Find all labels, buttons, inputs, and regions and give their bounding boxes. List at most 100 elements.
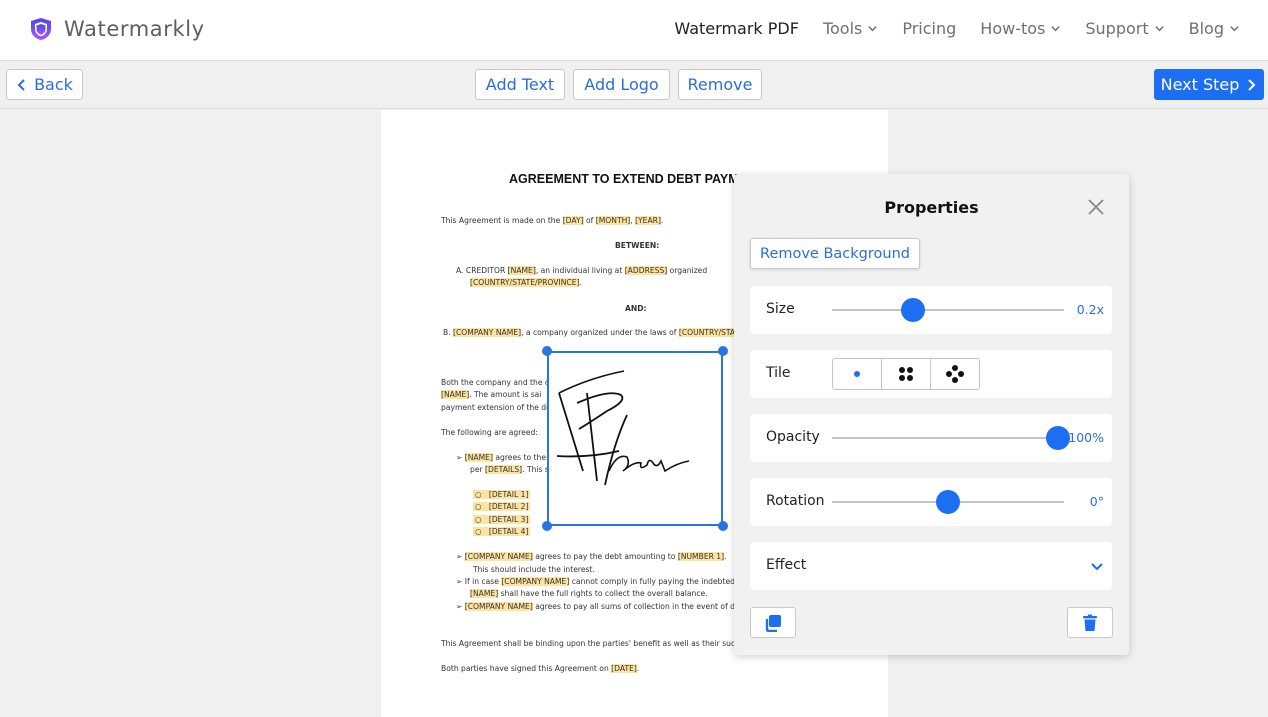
rotation-slider[interactable] <box>832 490 1064 514</box>
add-text-button[interactable]: Add Text <box>475 69 565 100</box>
size-row: Size 0.2x <box>750 286 1112 334</box>
nav-label: Blog <box>1188 19 1224 38</box>
doc-line: B. [COMPANY NAME], a company organized u… <box>443 328 744 337</box>
delete-button[interactable] <box>1067 607 1113 638</box>
text: . <box>636 664 640 673</box>
next-step-label: Next Step <box>1160 75 1240 94</box>
back-button[interactable]: Back <box>6 69 83 100</box>
detail-item: ○ [DETAIL 1] <box>473 490 531 499</box>
doc-line: This should include the interest. <box>473 565 595 574</box>
nav-label: Support <box>1085 19 1149 38</box>
grid-dots-icon <box>899 367 913 381</box>
next-step-button[interactable]: Next Step <box>1154 69 1264 100</box>
text: This Agreement is made on the <box>441 216 563 225</box>
chevron-down-icon <box>1051 26 1061 32</box>
nav-tools[interactable]: Tools <box>823 19 878 38</box>
opacity-slider[interactable] <box>832 426 1070 450</box>
doc-line: This Agreement shall be binding upon the… <box>441 639 748 648</box>
doc-line: ➢ [COMPANY NAME] agrees to pay the debt … <box>456 552 727 561</box>
single-dot-icon <box>854 371 860 377</box>
text: organized <box>667 266 708 275</box>
nav-label: How-tos <box>980 19 1046 38</box>
resize-handle-top-left[interactable] <box>542 346 552 356</box>
opacity-row: Opacity 100% <box>750 414 1112 462</box>
size-slider-thumb[interactable] <box>900 298 925 322</box>
duplicate-button[interactable] <box>750 607 796 638</box>
text: agrees to pay the debt amounting to <box>532 552 678 561</box>
placeholder-field: [NAME] <box>507 266 536 275</box>
resize-handle-bottom-left[interactable] <box>542 521 552 531</box>
remove-label: Remove <box>687 75 753 94</box>
doc-line: [NAME]. The amount is sai <box>441 390 541 399</box>
copy-icon <box>765 614 781 632</box>
size-value: 0.2x <box>1076 302 1104 317</box>
brand-logo[interactable]: Watermarkly <box>30 17 205 41</box>
placeholder-field: [DETAILS] <box>485 465 523 474</box>
close-icon[interactable] <box>1086 197 1106 217</box>
nav-support[interactable]: Support <box>1085 19 1164 38</box>
detail-text: [DETAIL 3] <box>488 515 529 524</box>
doc-heading: AND: <box>625 304 647 313</box>
nav-blog[interactable]: Blog <box>1189 19 1240 38</box>
placeholder-field: [MONTH] <box>595 216 631 225</box>
remove-button[interactable]: Remove <box>678 69 762 100</box>
opacity-value: 100% <box>1068 430 1104 445</box>
remove-background-button[interactable]: Remove Background <box>750 238 920 269</box>
chevron-right-icon <box>1248 78 1256 91</box>
properties-panel: Properties Remove Background Size 0.2x T… <box>734 174 1129 655</box>
chevron-down-icon <box>1091 563 1103 571</box>
nav-pricing[interactable]: Pricing <box>902 19 956 38</box>
remove-background-label: Remove Background <box>760 245 910 262</box>
bullet: ➢ <box>456 552 465 561</box>
add-logo-button[interactable]: Add Logo <box>573 69 670 100</box>
text: B. <box>443 328 454 337</box>
doc-line: A. CREDITOR [NAME], an individual living… <box>456 266 707 275</box>
diamond-dots-icon <box>946 365 964 383</box>
tile-option-single[interactable] <box>833 359 882 389</box>
doc-line: ➢ [COMPANY NAME] agrees to pay all sums … <box>456 602 735 611</box>
text: cannot comply in fully paying the indebt… <box>569 577 735 586</box>
tile-option-diamond[interactable] <box>931 359 979 389</box>
document-title: AGREEMENT TO EXTEND DEBT PAYM <box>509 172 739 186</box>
effect-dropdown[interactable]: Effect <box>750 542 1112 590</box>
doc-line: per [DETAILS]. This sh <box>470 465 554 474</box>
placeholder-field: [NAME] <box>470 589 499 598</box>
signature-watermark[interactable] <box>547 351 723 526</box>
doc-heading: BETWEEN: <box>615 241 660 250</box>
text: . The amount is sai <box>469 390 542 399</box>
effect-label: Effect <box>766 557 807 573</box>
rotation-slider-thumb[interactable] <box>936 490 960 514</box>
tile-row: Tile <box>750 350 1112 398</box>
nav-how-tos[interactable]: How-tos <box>980 19 1061 38</box>
signature-image <box>556 370 690 486</box>
bullet: ➢ <box>456 453 465 462</box>
doc-line: ➢ [NAME] agrees to the <box>456 453 546 462</box>
nav-label: Watermark PDF <box>674 19 799 38</box>
text: per <box>470 465 486 474</box>
detail-item: ○ [DETAIL 4] <box>473 527 531 536</box>
size-slider[interactable] <box>832 298 1064 322</box>
text: . <box>579 278 582 287</box>
nav-watermark-pdf[interactable]: Watermark PDF <box>674 19 799 38</box>
doc-line: Both parties have signed this Agreement … <box>441 664 639 673</box>
doc-line: [NAME] shall have the full rights to col… <box>470 589 708 598</box>
detail-text: [DETAIL 4] <box>488 527 529 536</box>
rotation-value: 0° <box>1089 494 1104 509</box>
text: agrees to the <box>492 453 546 462</box>
tile-label: Tile <box>766 365 791 381</box>
text: Both parties have signed this Agreement … <box>441 664 612 673</box>
resize-handle-bottom-right[interactable] <box>718 521 728 531</box>
placeholder-field: [COMPANY NAME] <box>464 552 533 561</box>
panel-title: Properties <box>884 198 979 217</box>
chevron-down-icon <box>1230 26 1239 32</box>
text: . <box>724 552 727 561</box>
text: of <box>583 216 596 225</box>
resize-handle-top-right[interactable] <box>718 346 728 356</box>
doc-line: This Agreement is made on the [DAY] of [… <box>441 216 663 225</box>
top-navigation: Watermarkly Watermark PDF Tools Pricing … <box>0 0 1268 61</box>
opacity-slider-thumb[interactable] <box>1046 426 1070 450</box>
tile-option-grid[interactable] <box>882 359 931 389</box>
doc-line: [COUNTRY/STATE/PROVINCE]. <box>470 278 582 287</box>
opacity-label: Opacity <box>766 429 820 445</box>
detail-item: ○ [DETAIL 3] <box>473 515 531 524</box>
